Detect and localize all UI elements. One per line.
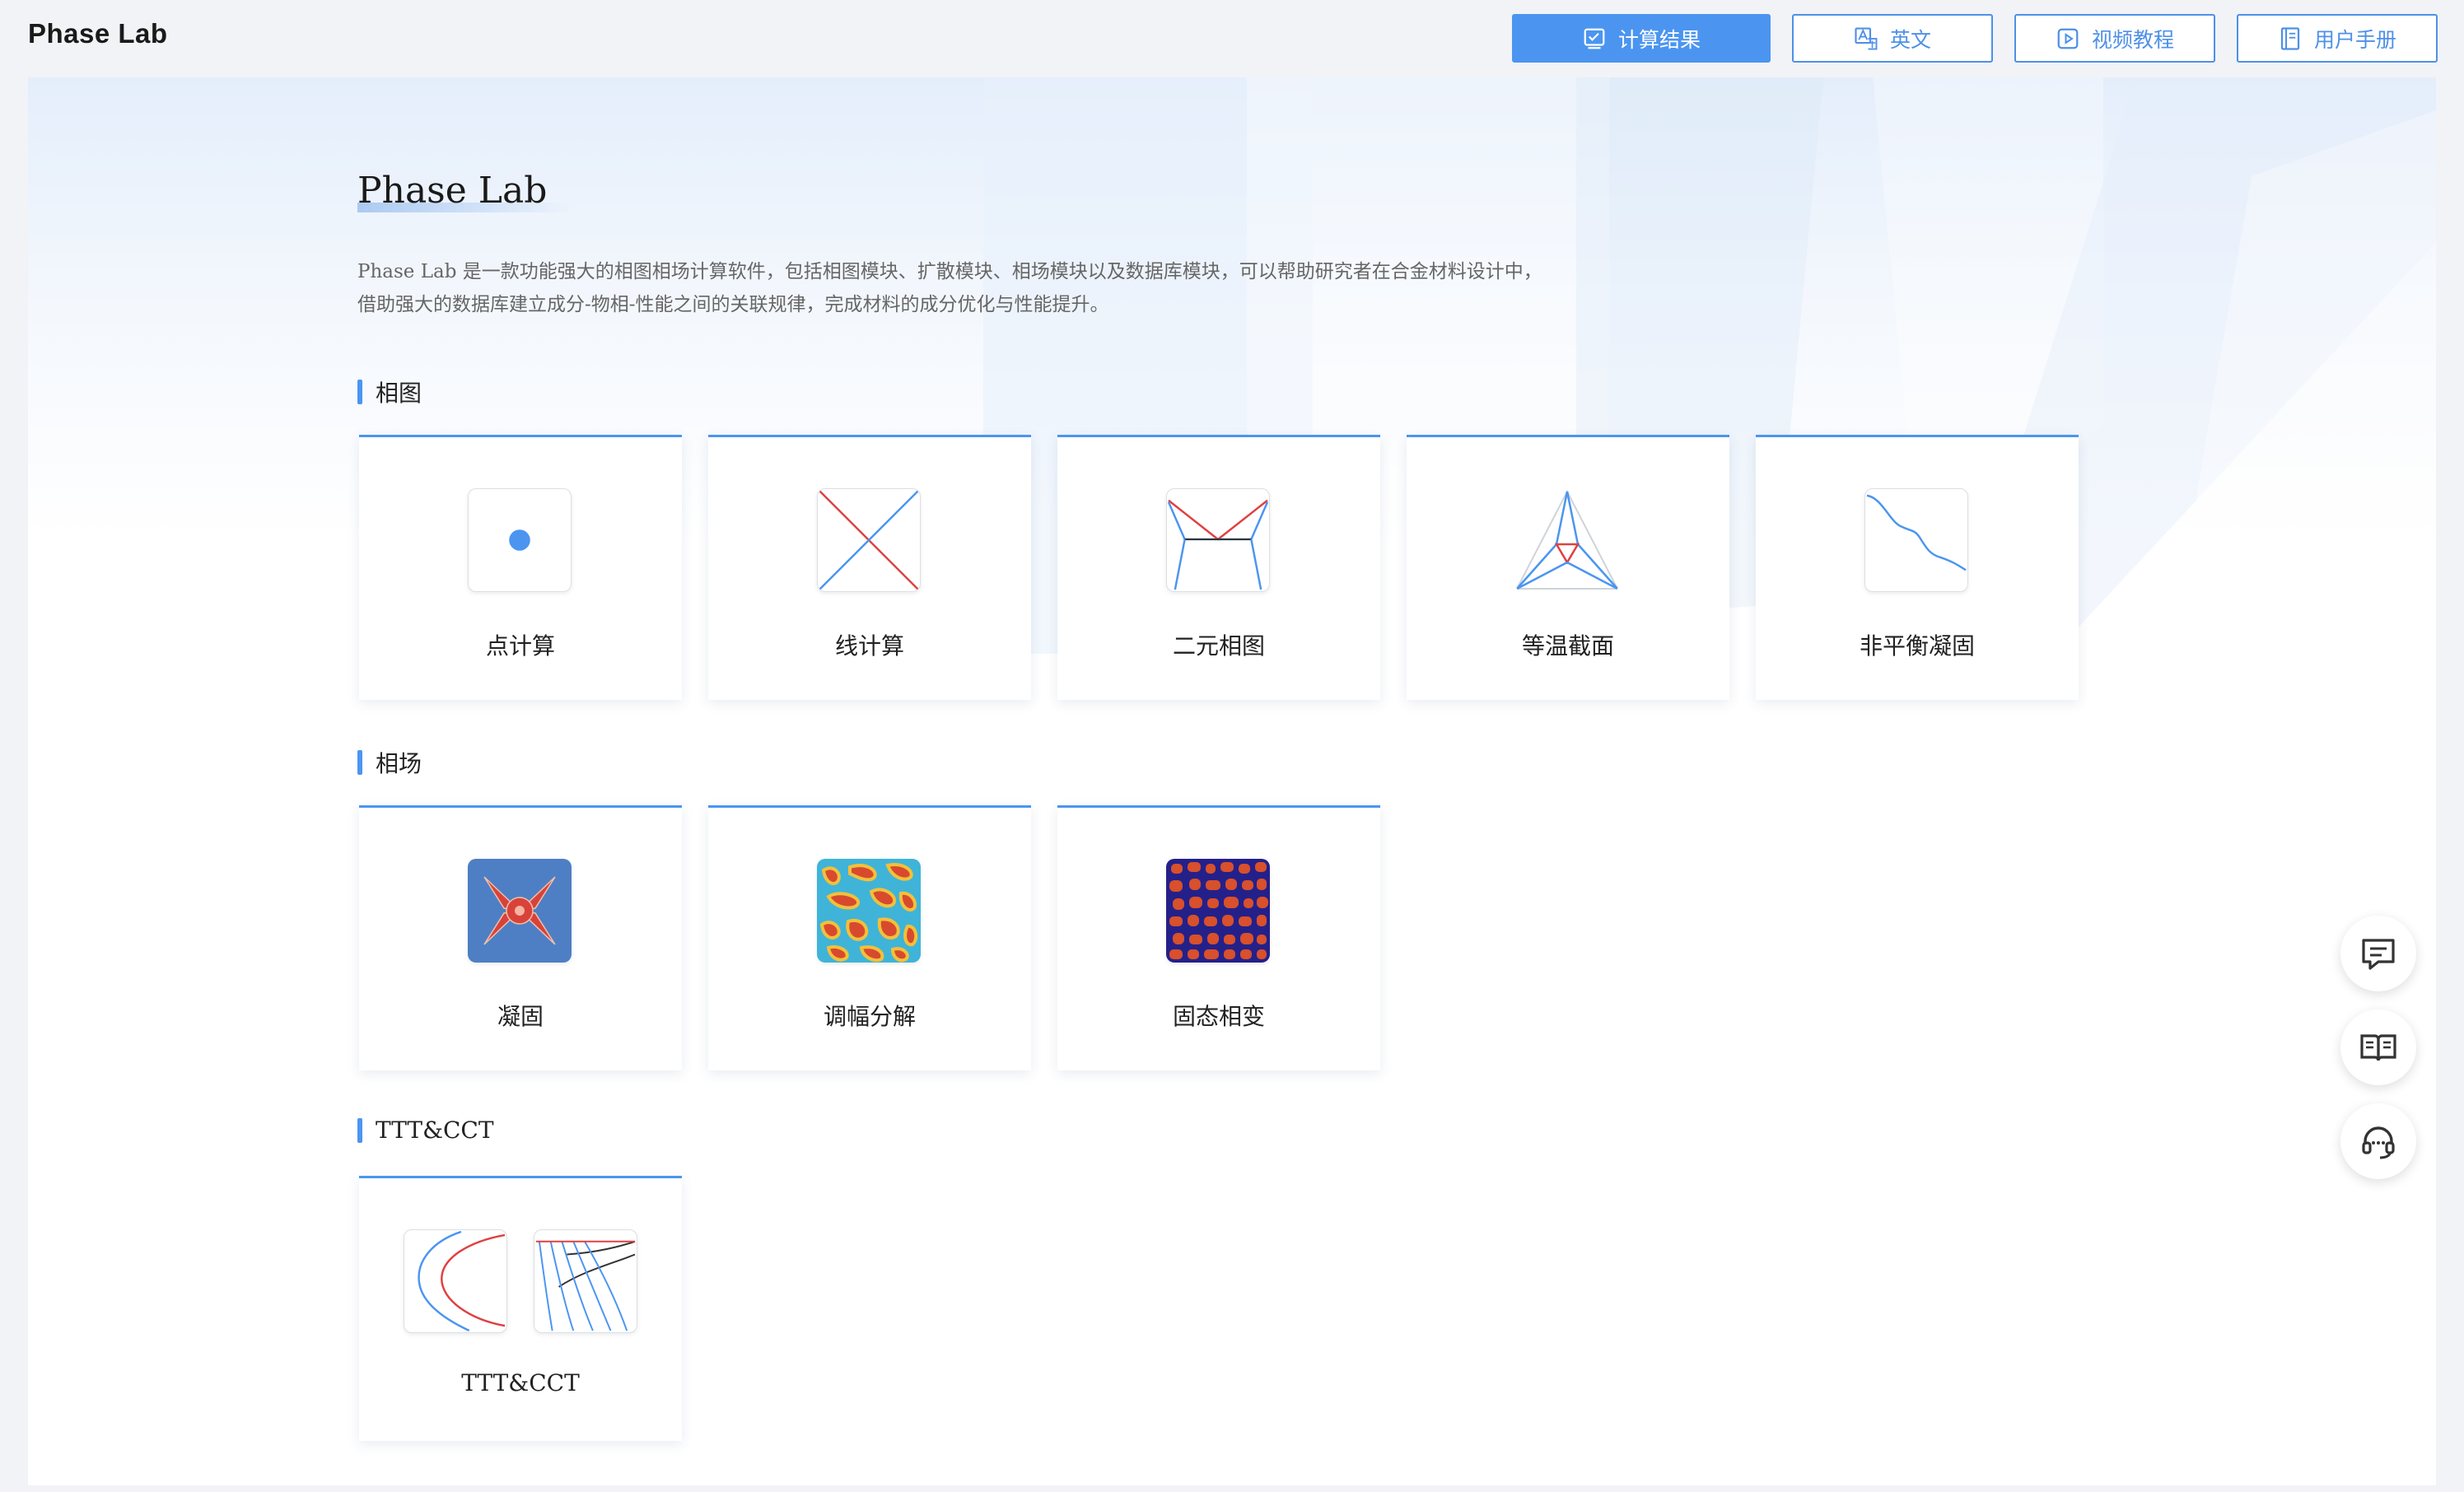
section-marker	[357, 380, 362, 404]
hero-description-line: Phase Lab 是一款功能强大的相图相场计算软件，包括相图模块、扩散模块、相…	[357, 261, 1542, 282]
card-point-calc[interactable]: 点计算	[359, 435, 682, 700]
card-binary-diagram[interactable]: 二元相图	[1057, 435, 1380, 700]
english-button[interactable]: 英文	[1792, 14, 1993, 63]
card-spinodal-decomposition[interactable]: 调幅分解	[708, 805, 1031, 1070]
dendrite-icon	[468, 859, 572, 963]
solid-transformation-icon	[1166, 859, 1270, 963]
card-label: 点计算	[485, 632, 555, 660]
user-manual-button-label: 用户手册	[2313, 27, 2396, 52]
section-title-phase-diagram: 相图	[357, 375, 422, 408]
app-title: Phase Lab	[28, 18, 168, 49]
point-calc-icon	[468, 488, 572, 592]
card-solidification[interactable]: 凝固	[359, 805, 682, 1070]
card-ttt-cct[interactable]: TTT&CCT	[359, 1176, 682, 1441]
card-label: TTT&CCT	[461, 1369, 580, 1396]
card-label: 线计算	[834, 632, 904, 660]
binary-diagram-icon	[1166, 488, 1270, 592]
section-marker	[357, 750, 362, 775]
video-tutorial-button-label: 视频教程	[2091, 27, 2174, 52]
user-manual-button[interactable]: 用户手册	[2237, 14, 2438, 63]
manual-icon	[2360, 1034, 2396, 1061]
checklist-icon	[1584, 28, 1605, 49]
message-button[interactable]	[2340, 916, 2416, 991]
book-icon	[2280, 26, 2300, 50]
main-panel: Phase Lab Phase Lab 是一款功能强大的相图相场计算软件，包括相…	[28, 77, 2436, 1485]
section-marker	[357, 1117, 362, 1143]
isothermal-section-icon	[1515, 488, 1619, 592]
spinodal-icon	[817, 859, 921, 963]
card-nonequilibrium-solidification[interactable]: 非平衡凝固	[1756, 435, 2079, 700]
english-button-label: 英文	[1889, 27, 1931, 52]
top-bar: Phase Lab 计算结果 英文 视频教程 用户手册	[0, 0, 2464, 76]
section-title-text: 相图	[376, 380, 422, 407]
card-label: 等温截面	[1521, 632, 1614, 660]
section-title-ttt-cct: TTT&CCT	[357, 1117, 494, 1144]
hero-title: Phase Lab	[357, 170, 548, 212]
card-label: 固态相变	[1172, 1003, 1265, 1030]
card-isothermal-section[interactable]: 等温截面	[1407, 435, 1729, 700]
translate-icon	[1855, 26, 1878, 49]
video-icon	[2057, 28, 2079, 49]
ttt-cct-icon	[534, 1229, 637, 1333]
results-button-label: 计算结果	[1617, 27, 1701, 52]
card-label: 凝固	[497, 1003, 544, 1030]
line-calc-icon	[817, 488, 921, 592]
hero-description-line: 借助强大的数据库建立成分-物相-性能之间的关联规律，完成材料的成分优化与性能提升…	[357, 294, 1109, 315]
card-label: 调幅分解	[823, 1003, 916, 1030]
hero-description: Phase Lab 是一款功能强大的相图相场计算软件，包括相图模块、扩散模块、相…	[357, 255, 1642, 321]
results-button[interactable]: 计算结果	[1512, 14, 1771, 63]
support-button[interactable]	[2340, 1103, 2416, 1179]
section-title-text: TTT&CCT	[376, 1117, 494, 1144]
section-title-text: 相场	[376, 750, 422, 777]
card-solid-state-transformation[interactable]: 固态相变	[1057, 805, 1380, 1070]
nonequilibrium-solidification-icon	[1864, 488, 1968, 592]
message-icon	[2362, 939, 2395, 970]
video-tutorial-button[interactable]: 视频教程	[2014, 14, 2215, 63]
support-headset-icon	[2362, 1126, 2395, 1159]
card-label: 非平衡凝固	[1859, 632, 1975, 660]
ttt-cct-icon	[404, 1229, 507, 1333]
card-label: 二元相图	[1172, 632, 1265, 660]
section-title-phase-field: 相场	[357, 746, 422, 779]
manual-button[interactable]	[2340, 1009, 2416, 1085]
card-line-calc[interactable]: 线计算	[708, 435, 1031, 700]
